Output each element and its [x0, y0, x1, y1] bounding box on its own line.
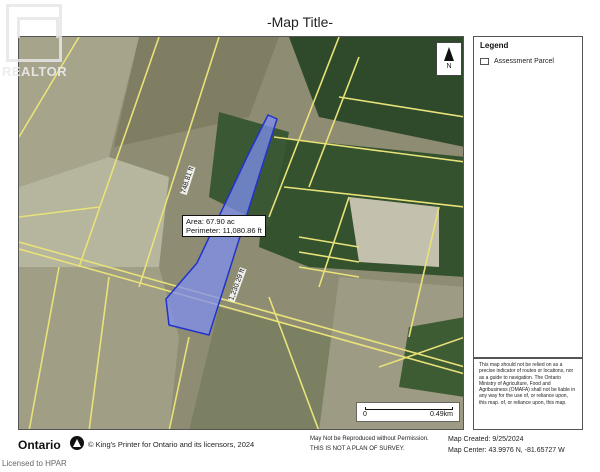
legend-item-label: Assessment Parcel: [494, 58, 554, 65]
license-text: Licensed to HPAR: [2, 459, 67, 468]
footer: Ontario © King's Printer for Ontario and…: [18, 432, 584, 456]
map-center: Map Center: 43.9976 N, -81.65727 W: [448, 447, 565, 454]
map-created: Map Created: 9/25/2024: [448, 436, 524, 443]
area-text: Area: 67.90 ac: [186, 217, 235, 226]
map-page: -Map Title- REALTOR N Area: 67.90 ac Per…: [0, 0, 600, 472]
north-label: N: [446, 63, 452, 70]
legend-title: Legend: [480, 41, 509, 50]
map-metadata: Map Created: 9/25/2024 Map Center: 43.99…: [448, 434, 565, 456]
legend-item: Assessment Parcel: [480, 58, 576, 65]
scale-end: 0.49km: [430, 411, 453, 418]
not-survey-text: THIS IS NOT A PLAN OF SURVEY.: [310, 446, 405, 452]
realtor-logo-icon: [6, 4, 62, 62]
ontario-trillium-icon: [70, 436, 84, 450]
scale-start: 0: [363, 411, 367, 418]
realtor-wordmark: REALTOR: [2, 64, 68, 79]
ontario-logo-text: Ontario: [18, 438, 61, 452]
not-reproduced-text: May Not be Reproduced without Permission…: [310, 436, 429, 442]
scale-bar-line: [365, 407, 453, 410]
map-title: -Map Title-: [266, 14, 334, 30]
north-arrow: N: [436, 42, 462, 76]
realtor-watermark: REALTOR: [0, 0, 70, 86]
disclaimer-box: This map should not be relied on as a pr…: [473, 358, 583, 430]
reproduction-notice: May Not be Reproduced without Permission…: [310, 434, 429, 454]
legend-panel: Legend Assessment Parcel: [473, 36, 583, 358]
field: [349, 197, 439, 267]
area-perimeter-label: Area: 67.90 ac Perimeter: 11,080.86 ft: [182, 215, 266, 237]
legend-swatch-icon: [480, 58, 489, 65]
scale-bar: 0 0.49km: [356, 402, 460, 422]
perimeter-text: Perimeter: 11,080.86 ft: [186, 226, 262, 235]
copyright-text: © King's Printer for Ontario and its lic…: [88, 440, 255, 449]
north-arrow-icon: [444, 47, 454, 61]
